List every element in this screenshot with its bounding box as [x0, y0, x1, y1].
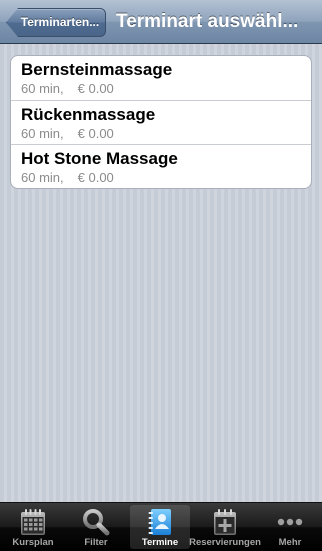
more-dots-icon [277, 518, 303, 526]
navigation-bar: Terminarten... Terminart auswähl... [0, 0, 322, 44]
calendar-add-icon [214, 509, 236, 535]
tab-label: Mehr [278, 537, 302, 548]
list-item[interactable]: Bernsteinmassage 60 min, € 0.00 [11, 56, 311, 100]
tab-filter[interactable]: Filter [66, 505, 126, 549]
contacts-book-icon [148, 509, 171, 535]
tab-kursplan[interactable]: Kursplan [3, 505, 63, 549]
magnifier-icon [83, 509, 110, 536]
item-title: Rückenmassage [21, 105, 156, 124]
item-duration: 60 min, [21, 81, 64, 96]
item-details: 60 min, € 0.00 [21, 80, 311, 97]
tab-mehr[interactable]: Mehr [260, 505, 320, 549]
tab-reservierungen[interactable]: Reservierungen [189, 505, 261, 549]
page-title: Terminart auswähl... [116, 11, 299, 32]
item-duration: 60 min, [21, 126, 64, 141]
calendar-icon [21, 509, 45, 535]
item-details: 60 min, € 0.00 [21, 125, 311, 142]
item-details: 60 min, € 0.00 [21, 169, 311, 186]
list-item[interactable]: Hot Stone Massage 60 min, € 0.00 [11, 144, 311, 188]
item-price: € 0.00 [77, 170, 114, 185]
item-price: € 0.00 [77, 126, 114, 141]
back-button[interactable]: Terminarten... [6, 8, 106, 37]
list-item[interactable]: Rückenmassage 60 min, € 0.00 [11, 100, 311, 144]
item-title: Bernsteinmassage [21, 60, 173, 79]
item-price: € 0.00 [77, 81, 114, 96]
tab-label: Kursplan [12, 537, 54, 548]
tab-label: Reservierungen [189, 537, 261, 548]
tab-label: Filter [84, 537, 108, 548]
item-title: Hot Stone Massage [21, 149, 178, 168]
appointment-type-list: Bernsteinmassage 60 min, € 0.00 Rückenmas… [10, 55, 312, 189]
tab-bar: Kursplan Filter Termine Reservierungen M… [0, 502, 322, 551]
tab-label: Termine [141, 537, 179, 548]
item-duration: 60 min, [21, 170, 64, 185]
tab-termine[interactable]: Termine [130, 505, 190, 549]
